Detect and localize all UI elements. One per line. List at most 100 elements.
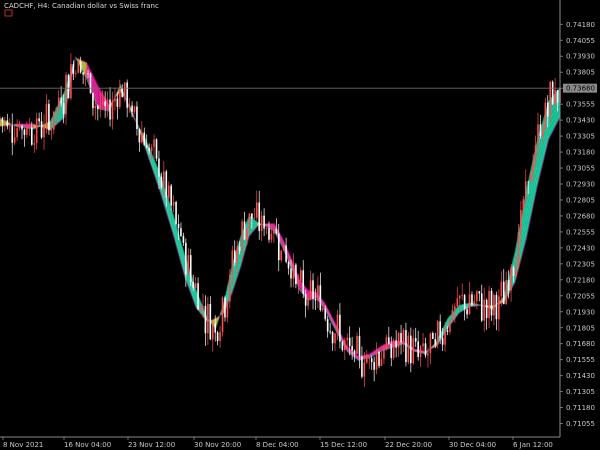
candle-body [304,293,307,306]
candle-body [407,335,410,363]
candle-body [539,124,542,137]
candle-body [52,111,55,130]
candle-body [97,105,99,109]
candle-body [507,280,510,291]
candle-body [334,333,336,344]
candle-body [537,124,539,146]
candle-body [466,309,468,315]
y-tick-label: 0.72055 [566,292,595,300]
candle-body [331,332,334,344]
candle-body [28,127,31,129]
candle-body [480,293,483,321]
candle-body [285,245,287,262]
x-tick-label: 23 Nov 12:00 [128,441,175,449]
candle-body [255,202,258,218]
candle-body [326,319,329,332]
candle-body [485,299,488,318]
y-tick-label: 0.71555 [566,356,595,364]
candle-body [556,89,559,103]
candle-body [138,129,141,143]
candle-body [522,199,525,210]
y-tick-label: 0.73430 [566,117,595,125]
candle-body [302,270,305,294]
candle-body [233,250,236,263]
candle-body [512,267,515,277]
candle-body [454,306,456,311]
candle-body [527,181,530,183]
candle-body [458,295,461,299]
candle-body [153,139,155,148]
candle-body [346,337,349,340]
y-tick-label: 0.72430 [566,244,595,252]
candle-body [361,356,363,377]
candle-body [133,106,136,112]
candle-body [370,358,373,362]
candle-body [471,294,473,305]
current-price-label: 0.73680 [566,85,595,93]
candle-body [275,229,278,234]
y-tick-label: 0.74180 [566,21,595,29]
candle-body [104,101,106,107]
candle-body [449,319,451,332]
candle-body [463,295,466,310]
x-tick-label: 6 Jan 12:00 [513,441,553,449]
candle-body [532,163,534,173]
candle-body [189,255,192,282]
candle-body [30,127,33,145]
candle-body [368,358,371,360]
candle-body [554,89,556,105]
candle-body [199,306,202,310]
candle-body [231,250,234,275]
candle-body [375,351,378,370]
candle-body [60,97,62,104]
candle-body [505,280,508,305]
candle-body [478,291,481,294]
candle-body [180,228,182,236]
candle-body [62,103,65,115]
candle-body [380,358,383,366]
ribbon-stripe [173,226,185,267]
candle-body [392,340,395,358]
candle-body [170,185,172,206]
candle-body [70,64,72,99]
candle-body [165,171,168,198]
candle-body [400,333,402,342]
candle-body [277,233,280,261]
candle-body [378,351,380,366]
y-tick-label: 0.71930 [566,308,595,316]
candle-body [65,74,67,115]
candle-body [55,107,58,112]
candle-body [221,297,224,333]
candle-body [441,337,444,345]
candle-body [158,158,160,177]
candle-body [268,228,270,240]
candle-body [207,304,209,334]
candle-body [82,72,84,75]
candle-body [344,339,346,350]
candle-body [182,235,185,243]
candle-body [258,202,261,231]
candle-body [417,341,419,357]
candle-body [106,99,109,107]
candle-body [388,337,390,344]
candle-body [295,264,297,285]
candle-body [524,181,527,200]
y-tick-label: 0.74055 [566,37,595,45]
candle-body [50,129,53,131]
y-tick-label: 0.71680 [566,340,595,348]
candle-body [143,132,146,146]
candle-body [419,346,422,357]
candle-body [366,358,368,363]
candle-body [270,233,273,240]
candle-body [339,314,341,342]
candle-body [424,343,427,356]
candle-body [67,74,70,99]
candle-body [155,139,158,159]
candle-body [260,215,263,231]
candle-body [192,281,194,289]
candle-body [40,121,43,138]
candle-body [72,64,75,74]
candle-body [461,295,463,296]
candle-body [476,291,478,302]
candle-body [167,185,170,198]
